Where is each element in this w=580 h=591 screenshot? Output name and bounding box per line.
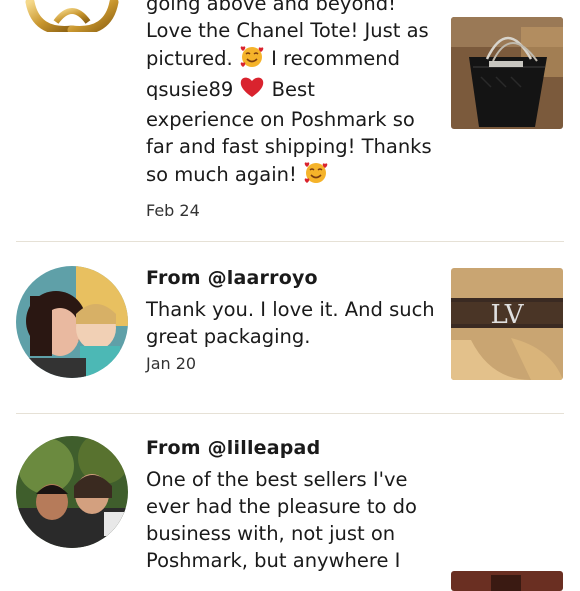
heart-emoji-icon [239, 75, 265, 106]
smiling-face-with-hearts-icon [303, 160, 329, 191]
review-body-line: business with, not just on [146, 522, 396, 545]
review-text: From @lilleapad One of the best sellers … [146, 436, 436, 574]
review-body-line: far and fast shipping! Thanks [146, 135, 432, 158]
svg-text:LV: LV [491, 300, 525, 330]
review-body: going above and beyond! Love the Chanel T… [146, 0, 436, 191]
listing-image [451, 571, 563, 591]
review-date: Jan 20 [146, 354, 197, 373]
chanel-logo-icon [25, 0, 119, 35]
review-date: Feb 24 [146, 201, 200, 220]
user-photo-lilleapad [16, 436, 128, 548]
review-author[interactable]: From @laarroyo [146, 266, 436, 290]
review-text: going above and beyond! Love the Chanel T… [146, 0, 436, 222]
review-body-line: qsusie89 Best [146, 75, 436, 106]
smiling-face-with-hearts-icon [239, 44, 265, 75]
review-body-line: pictured. I recommend [146, 44, 436, 75]
review-body-line: Poshmark, but anywhere I [146, 549, 401, 572]
lv-belt-image: LV [451, 268, 563, 380]
chanel-tote-image [451, 17, 563, 129]
listing-thumbnail-chanel-tote[interactable] [451, 17, 563, 129]
review-author[interactable]: From @lilleapad [146, 436, 436, 460]
user-photo-laarroyo [16, 266, 128, 378]
avatar[interactable] [16, 266, 128, 378]
review-text: From @laarroyo Thank you. I love it. And… [146, 266, 436, 375]
review-body: Thank you. I love it. And such great pack… [146, 296, 436, 350]
review-body: One of the best sellers I've ever had the… [146, 466, 436, 574]
avatar[interactable] [16, 436, 128, 548]
review-body-line: One of the best sellers I've [146, 468, 408, 491]
review-body-line: Love the Chanel Tote! Just as [146, 19, 429, 42]
review-body-line: experience on Poshmark so [146, 108, 415, 131]
review-body-line: going above and beyond! [146, 0, 396, 15]
avatar[interactable] [16, 0, 128, 35]
review-body-line: great packaging. [146, 325, 311, 348]
listing-thumbnail-lv-belt[interactable]: LV [451, 268, 563, 380]
review-body-line: so much again! [146, 160, 436, 191]
review-body-line: Thank you. I love it. And such [146, 298, 435, 321]
divider [16, 241, 564, 242]
review-body-line: ever had the pleasure to do [146, 495, 417, 518]
divider [16, 413, 564, 414]
listing-thumbnail[interactable] [451, 571, 563, 591]
